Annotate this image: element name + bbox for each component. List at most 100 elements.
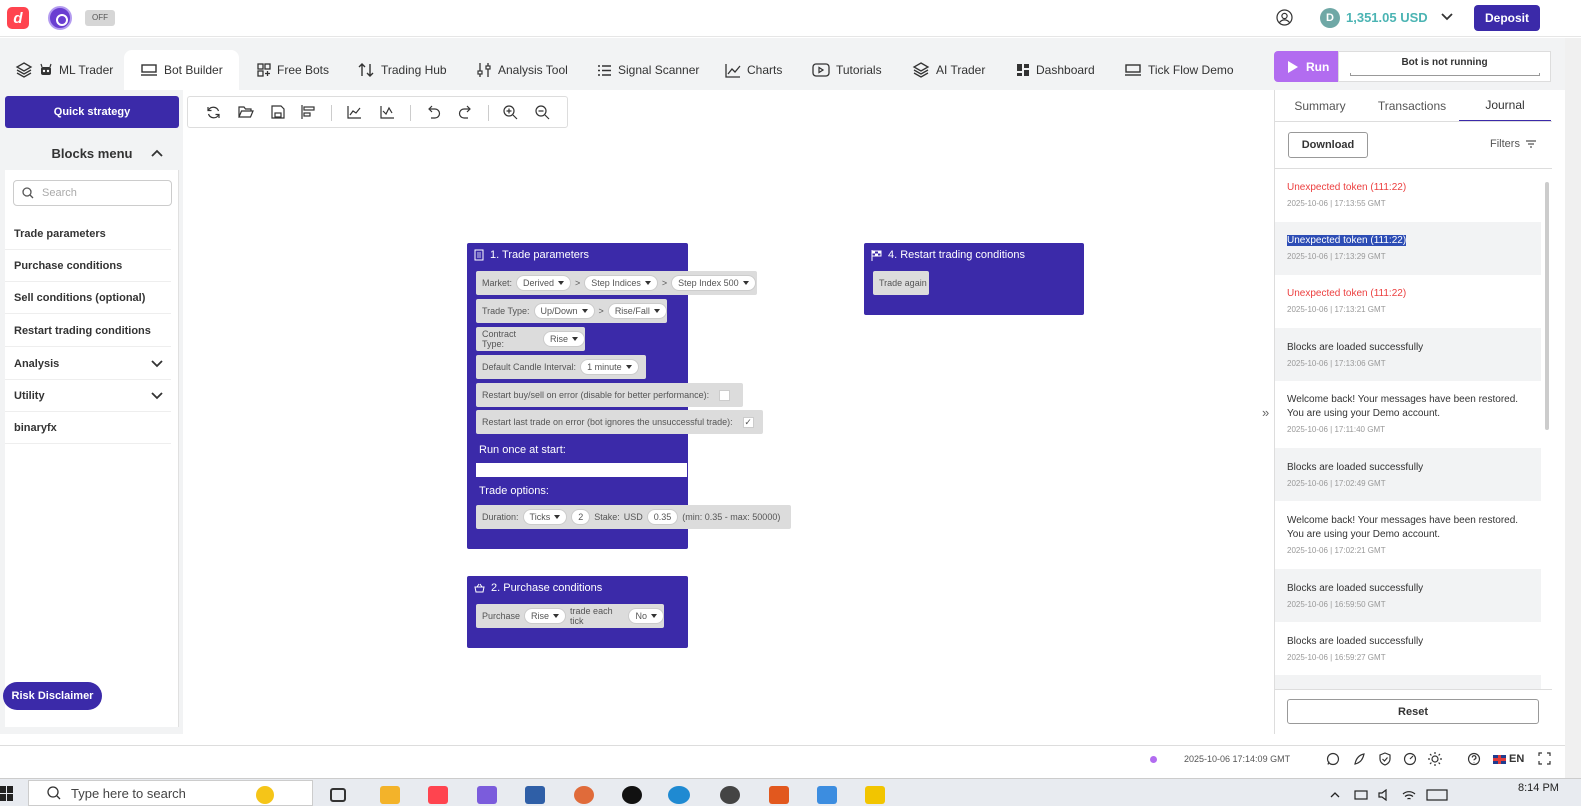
brand-logo-icon[interactable] bbox=[48, 6, 72, 30]
app-icon[interactable] bbox=[574, 786, 594, 804]
blocks-menu-item-binaryfx[interactable]: binaryfx bbox=[5, 412, 171, 444]
journal-timestamp: 2025-10-06 | 16:59:27 GMT bbox=[1287, 653, 1386, 662]
zoom-out-icon[interactable] bbox=[535, 105, 550, 120]
tab-summary[interactable]: Summary bbox=[1274, 90, 1366, 122]
zoom-in-icon[interactable] bbox=[503, 105, 518, 120]
blocks-menu-item-trade-parameters[interactable]: Trade parameters bbox=[5, 218, 171, 250]
tab-ai-trader[interactable]: AI Trader bbox=[912, 50, 985, 90]
restart-buysell-checkbox[interactable] bbox=[719, 389, 731, 401]
help-icon[interactable] bbox=[1467, 752, 1481, 766]
page-scrollbar[interactable] bbox=[1565, 38, 1581, 778]
tab-ml-trader[interactable]: ML Trader bbox=[15, 50, 113, 90]
speedometer-icon[interactable] bbox=[1403, 752, 1417, 766]
stake-value-input[interactable]: 0.35 bbox=[646, 509, 679, 525]
chevron-down-icon[interactable] bbox=[1440, 12, 1454, 22]
redo-icon[interactable] bbox=[458, 105, 473, 119]
tab-transactions[interactable]: Transactions bbox=[1366, 90, 1458, 122]
tab-charts[interactable]: Charts bbox=[725, 50, 782, 90]
reset-button[interactable]: Reset bbox=[1287, 699, 1539, 724]
market-label: Market: bbox=[482, 278, 513, 288]
blocks-menu-item-sell-conditions[interactable]: Sell conditions (optional) bbox=[5, 282, 171, 314]
run-once-slot[interactable] bbox=[476, 463, 687, 477]
livechat-icon[interactable] bbox=[1352, 752, 1366, 766]
toggle-off-badge[interactable]: OFF bbox=[85, 10, 115, 26]
trade-subtype-dropdown[interactable]: Rise/Fall bbox=[607, 303, 667, 319]
whatsapp-icon[interactable] bbox=[1326, 752, 1340, 766]
chevron-up-icon[interactable] bbox=[151, 149, 163, 157]
tab-signal-scanner[interactable]: Signal Scanner bbox=[597, 50, 699, 90]
run-button[interactable]: Run bbox=[1274, 51, 1338, 82]
risk-disclaimer-button[interactable]: Risk Disclaimer bbox=[3, 682, 102, 710]
candle-interval-dropdown[interactable]: 1 minute bbox=[580, 359, 639, 375]
network-icon[interactable] bbox=[1354, 789, 1368, 801]
tab-journal[interactable]: Journal bbox=[1459, 90, 1551, 122]
blocks-menu-item-utility[interactable]: Utility bbox=[5, 380, 171, 412]
tab-bot-builder[interactable]: Bot Builder bbox=[124, 50, 239, 90]
reset-icon[interactable] bbox=[206, 105, 221, 120]
chart-icon[interactable] bbox=[347, 105, 362, 119]
responsible-trading-icon[interactable] bbox=[1378, 752, 1392, 766]
duration-unit-dropdown[interactable]: Ticks bbox=[522, 509, 568, 525]
sticky-notes-icon[interactable] bbox=[865, 786, 885, 804]
tab-tutorials[interactable]: Tutorials bbox=[812, 50, 882, 90]
quick-strategy-button[interactable]: Quick strategy bbox=[5, 96, 179, 128]
collapse-panel-icon[interactable]: » bbox=[1262, 405, 1269, 420]
blocks-search-input[interactable]: Search bbox=[13, 180, 172, 206]
tiktok-icon[interactable] bbox=[622, 786, 642, 804]
trade-type-dropdown[interactable]: Up/Down bbox=[533, 303, 595, 319]
file-explorer-icon[interactable] bbox=[380, 786, 400, 804]
trade-again-row[interactable]: Trade again bbox=[873, 271, 929, 295]
fullscreen-icon[interactable] bbox=[1538, 752, 1551, 765]
purchase-contract-dropdown[interactable]: Rise bbox=[524, 608, 567, 624]
windows-start-icon[interactable] bbox=[0, 784, 14, 802]
tab-tick-flow-demo[interactable]: Tick Flow Demo bbox=[1124, 50, 1234, 90]
download-button[interactable]: Download bbox=[1288, 132, 1368, 158]
trading-view-icon[interactable] bbox=[380, 105, 395, 119]
duration-value-input[interactable]: 2 bbox=[571, 509, 591, 525]
keyboard-icon[interactable] bbox=[1426, 789, 1448, 801]
undo-icon[interactable] bbox=[426, 105, 441, 119]
taskbar-clock[interactable]: 8:14 PM bbox=[1518, 782, 1559, 794]
blocks-menu-header[interactable]: Blocks menu bbox=[5, 137, 179, 170]
uk-flag-icon bbox=[1493, 754, 1506, 764]
item-label: Restart trading conditions bbox=[14, 324, 151, 337]
copilot-icon[interactable] bbox=[477, 786, 497, 804]
save-icon[interactable] bbox=[271, 105, 285, 119]
theme-sun-icon[interactable] bbox=[1428, 752, 1442, 766]
blocks-menu-item-analysis[interactable]: Analysis bbox=[5, 348, 171, 380]
account-icon[interactable] bbox=[1276, 9, 1293, 26]
deriv-logo[interactable]: d bbox=[7, 7, 29, 29]
deriv-app-icon[interactable] bbox=[428, 786, 448, 804]
app-icon[interactable] bbox=[525, 786, 545, 804]
folder-open-icon[interactable] bbox=[238, 105, 254, 119]
tab-analysis-tool[interactable]: Analysis Tool bbox=[476, 50, 568, 90]
chevron-up-icon[interactable] bbox=[1330, 791, 1340, 798]
symbol-dropdown[interactable]: Step Index 500 bbox=[671, 275, 756, 291]
contract-type-dropdown[interactable]: Rise bbox=[542, 331, 585, 347]
submarket-dropdown[interactable]: Step Indices bbox=[584, 275, 658, 291]
currency-label: USD bbox=[623, 512, 643, 522]
tab-dashboard[interactable]: Dashboard bbox=[1016, 50, 1095, 90]
market-dropdown[interactable]: Derived bbox=[516, 275, 572, 291]
blocks-menu-item-restart-trading[interactable]: Restart trading conditions bbox=[5, 315, 171, 347]
blocks-menu-item-purchase-conditions[interactable]: Purchase conditions bbox=[5, 250, 171, 282]
deposit-button[interactable]: Deposit bbox=[1474, 5, 1540, 31]
edge-browser-icon[interactable] bbox=[668, 786, 690, 804]
wifi-icon[interactable] bbox=[1402, 789, 1416, 801]
restart-last-checkbox[interactable]: ✓ bbox=[742, 416, 754, 428]
language-selector[interactable]: EN bbox=[1493, 753, 1524, 765]
sort-blocks-icon[interactable] bbox=[301, 105, 316, 119]
tab-free-bots[interactable]: Free Bots bbox=[257, 50, 329, 90]
journal-scrollbar[interactable] bbox=[1545, 182, 1549, 430]
app-icon[interactable] bbox=[720, 786, 740, 804]
task-view-icon[interactable] bbox=[330, 788, 346, 802]
store-icon[interactable] bbox=[817, 786, 837, 804]
weather-icon[interactable] bbox=[256, 786, 274, 804]
account-balance[interactable]: 1,351.05 USD bbox=[1346, 10, 1428, 25]
each-tick-dropdown[interactable]: No bbox=[628, 608, 664, 624]
tab-trading-hub[interactable]: Trading Hub bbox=[357, 50, 447, 90]
app-icon[interactable] bbox=[769, 786, 789, 804]
tab-label: Free Bots bbox=[277, 63, 330, 77]
filters-button[interactable]: Filters bbox=[1490, 138, 1536, 150]
volume-icon[interactable] bbox=[1378, 789, 1392, 801]
